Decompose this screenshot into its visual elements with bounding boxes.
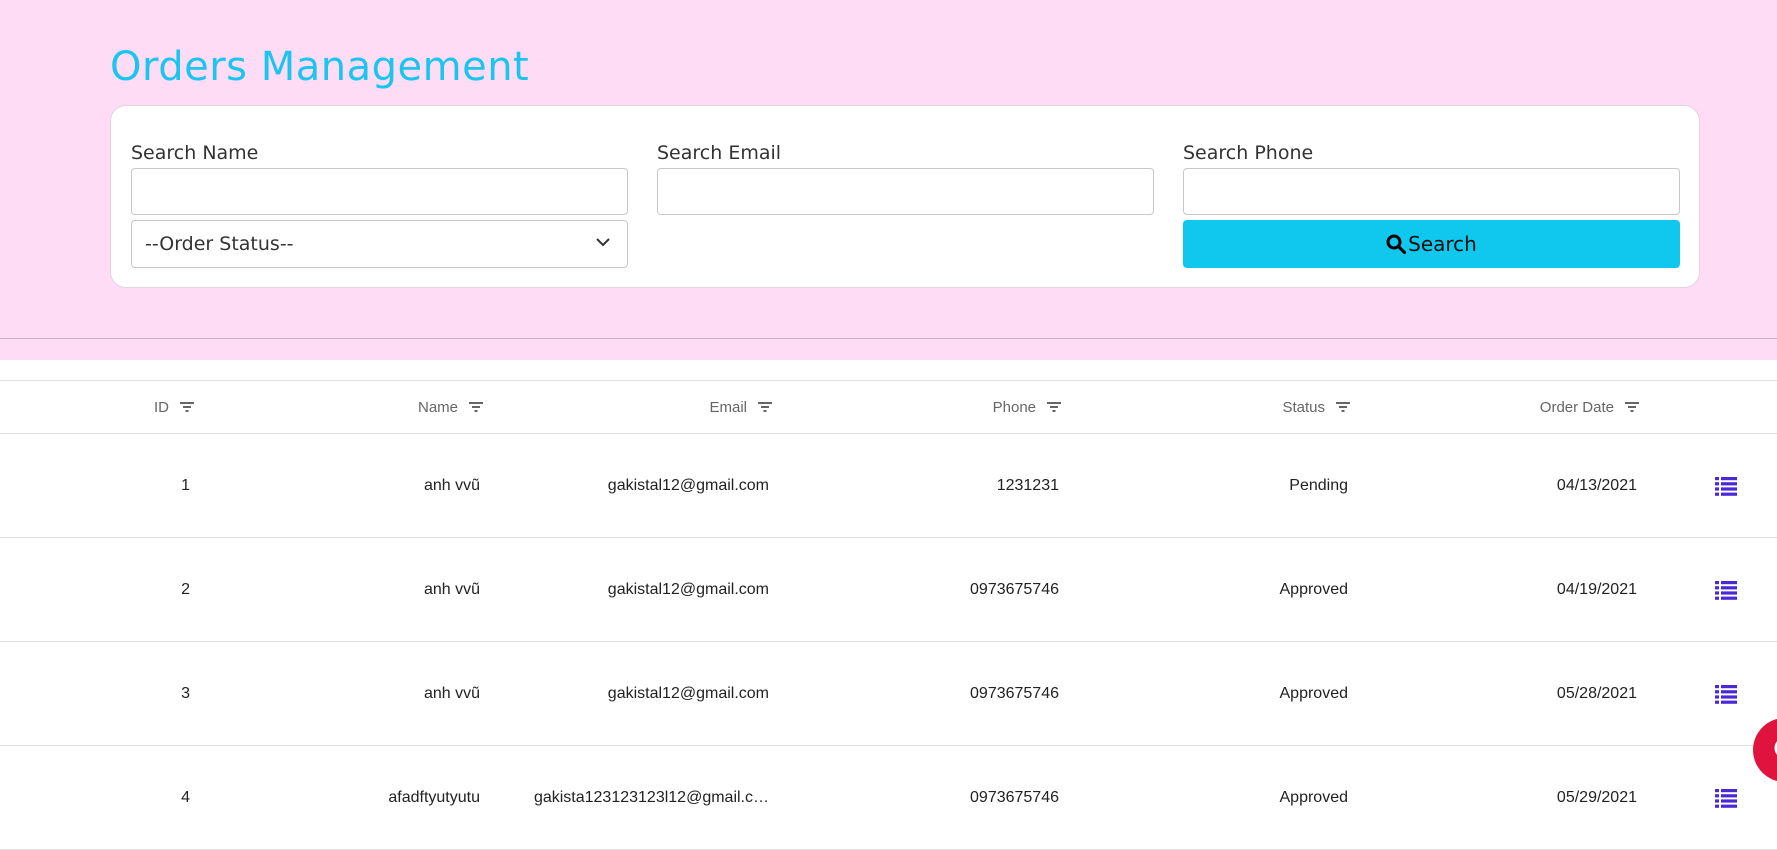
filter-icon[interactable] bbox=[179, 400, 195, 414]
cell-order-date: 05/29/2021 bbox=[1556, 789, 1637, 806]
column-header-order-date[interactable]: Order Date bbox=[1420, 380, 1640, 434]
chat-button[interactable] bbox=[1753, 718, 1777, 782]
cell-email: gakistal12@gmail.com bbox=[607, 685, 769, 702]
cell-status: Approved bbox=[1279, 789, 1349, 806]
order-status-select-value: --Order Status-- bbox=[145, 233, 294, 255]
table-header-row: ID Name Email Phone Status Order Date bbox=[0, 380, 1777, 434]
cell-phone: 0973675746 bbox=[970, 685, 1059, 702]
column-header-email[interactable]: Email bbox=[560, 380, 773, 434]
cell-email: gakistal12@gmail.com bbox=[607, 477, 769, 494]
search-phone-label: Search Phone bbox=[1183, 142, 1314, 164]
search-button-label: Search bbox=[1408, 232, 1477, 256]
cell-phone: 1231231 bbox=[996, 477, 1059, 494]
filter-icon[interactable] bbox=[468, 400, 484, 414]
cell-name: afadftyutyutu bbox=[388, 789, 480, 806]
chevron-down-icon bbox=[596, 238, 610, 247]
search-button[interactable]: Search bbox=[1183, 220, 1680, 268]
filter-icon[interactable] bbox=[757, 400, 773, 414]
cell-order-date: 04/19/2021 bbox=[1556, 581, 1637, 598]
search-icon bbox=[1386, 234, 1407, 254]
table-row[interactable]: 1 anh vvũ gakistal12@gmail.com 1231231 P… bbox=[0, 434, 1777, 538]
orders-table: ID Name Email Phone Status Order Date 1 … bbox=[0, 380, 1777, 850]
search-name-input[interactable] bbox=[131, 168, 628, 215]
search-phone-input[interactable] bbox=[1183, 168, 1680, 215]
search-name-label: Search Name bbox=[131, 142, 259, 164]
column-header-phone[interactable]: Phone bbox=[850, 380, 1062, 434]
cell-status: Pending bbox=[1289, 477, 1348, 494]
order-status-select[interactable]: --Order Status-- bbox=[131, 220, 628, 268]
search-email-label: Search Email bbox=[657, 142, 782, 164]
cell-id: 3 bbox=[181, 685, 190, 702]
cell-phone: 0973675746 bbox=[970, 789, 1059, 806]
list-icon[interactable] bbox=[1715, 788, 1737, 808]
table-row[interactable]: 3 anh vvũ gakistal12@gmail.com 097367574… bbox=[0, 642, 1777, 746]
list-icon[interactable] bbox=[1715, 580, 1737, 600]
cell-phone: 0973675746 bbox=[970, 581, 1059, 598]
cell-email: gakista123123123l12@gmail.c… bbox=[533, 789, 769, 806]
cell-order-date: 05/28/2021 bbox=[1556, 685, 1637, 702]
column-header-id[interactable]: ID bbox=[100, 380, 195, 434]
table-row[interactable]: 2 anh vvũ gakistal12@gmail.com 097367574… bbox=[0, 538, 1777, 642]
cell-name: anh vvũ bbox=[423, 581, 480, 598]
search-email-input[interactable] bbox=[657, 168, 1154, 215]
list-icon[interactable] bbox=[1715, 684, 1737, 704]
list-icon[interactable] bbox=[1715, 476, 1737, 496]
cell-email: gakistal12@gmail.com bbox=[607, 581, 769, 598]
cell-name: anh vvũ bbox=[423, 685, 480, 702]
table-row[interactable]: 4 afadftyutyutu gakista123123123l12@gmai… bbox=[0, 746, 1777, 850]
column-header-status[interactable]: Status bbox=[1140, 380, 1351, 434]
search-card: Search Name Search Email Search Phone --… bbox=[110, 105, 1700, 288]
filter-icon[interactable] bbox=[1624, 400, 1640, 414]
cell-status: Approved bbox=[1279, 685, 1349, 702]
filter-icon[interactable] bbox=[1335, 400, 1351, 414]
cell-name: anh vvũ bbox=[423, 477, 480, 494]
cell-status: Approved bbox=[1279, 581, 1349, 598]
cell-id: 4 bbox=[181, 789, 190, 806]
cell-order-date: 04/13/2021 bbox=[1556, 477, 1637, 494]
cell-id: 2 bbox=[181, 581, 190, 598]
page-title: Orders Management bbox=[110, 44, 530, 90]
filter-icon[interactable] bbox=[1046, 400, 1062, 414]
cell-id: 1 bbox=[181, 477, 190, 494]
section-divider bbox=[0, 338, 1777, 339]
header-section: Orders Management Search Name Search Ema… bbox=[0, 0, 1777, 360]
column-header-name[interactable]: Name bbox=[300, 380, 484, 434]
chat-icon bbox=[1774, 741, 1777, 755]
